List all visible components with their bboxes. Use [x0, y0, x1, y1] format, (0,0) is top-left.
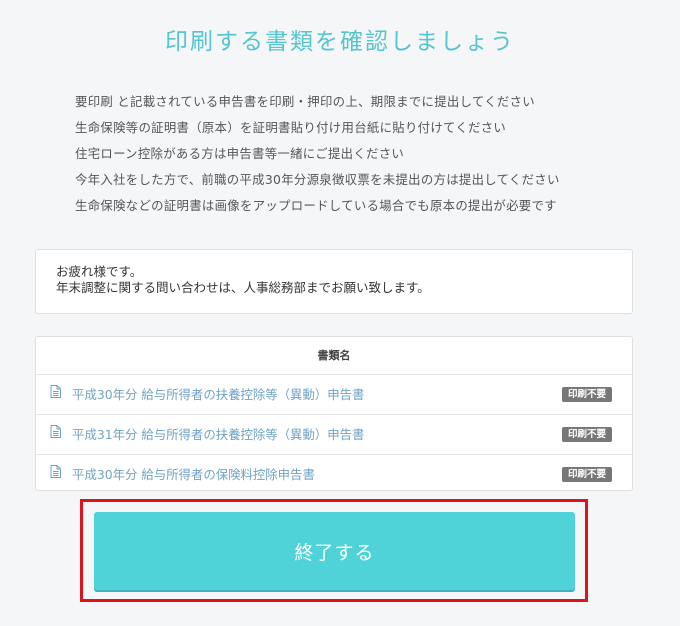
instruction-list: 要印刷 と記載されている申告書を印刷・押印の上、期限までに提出してください 生命… [75, 92, 655, 222]
document-row: 平成31年分 給与所得者の扶養控除等（異動）申告書 印刷不要 [36, 415, 632, 455]
message-greeting: お疲れ様です。 [56, 264, 143, 279]
message-contact: 年末調整に関する問い合わせは、人事総務部までお願い致します。 [56, 280, 430, 295]
document-icon [50, 374, 61, 411]
print-not-required-badge: 印刷不要 [561, 387, 612, 402]
document-table: 書類名 平成30年分 給与所得者の扶養控除等（異動）申告書 印刷不要 平成31年… [35, 336, 633, 491]
document-row: 平成30年分 給与所得者の扶養控除等（異動）申告書 印刷不要 [36, 375, 632, 415]
document-link[interactable]: 平成30年分 給与所得者の保険料控除申告書 [72, 467, 315, 482]
page-title: 印刷する書類を確認しましょう [165, 29, 515, 55]
document-icon [50, 414, 61, 451]
finish-button[interactable]: 終了する [94, 512, 575, 590]
message-box: お疲れ様です。 年末調整に関する問い合わせは、人事総務部までお願い致します。 [35, 249, 633, 314]
document-row: 平成30年分 給与所得者の保険料控除申告書 印刷不要 [36, 455, 632, 494]
instruction-item: 生命保険等の証明書（原本）を証明書貼り付け用台紙に貼り付けてください [75, 120, 507, 135]
instruction-item: 住宅ローン控除がある方は申告書等一緒にご提出ください [75, 146, 405, 161]
document-icon [50, 454, 61, 491]
instruction-item: 生命保険などの証明書は画像をアップロードしている場合でも原本の提出が必要です [75, 198, 557, 213]
document-link[interactable]: 平成30年分 給与所得者の扶養控除等（異動）申告書 [72, 387, 364, 402]
instruction-item: 要印刷 と記載されている申告書を印刷・押印の上、期限までに提出してください [75, 94, 535, 109]
document-table-header: 書類名 [36, 337, 632, 375]
instruction-item: 今年入社をした方で、前職の平成30年分源泉徴収票を未提出の方は提出してください [75, 172, 560, 187]
print-not-required-badge: 印刷不要 [561, 467, 612, 482]
document-link[interactable]: 平成31年分 給与所得者の扶養控除等（異動）申告書 [72, 427, 364, 442]
print-not-required-badge: 印刷不要 [561, 427, 612, 442]
